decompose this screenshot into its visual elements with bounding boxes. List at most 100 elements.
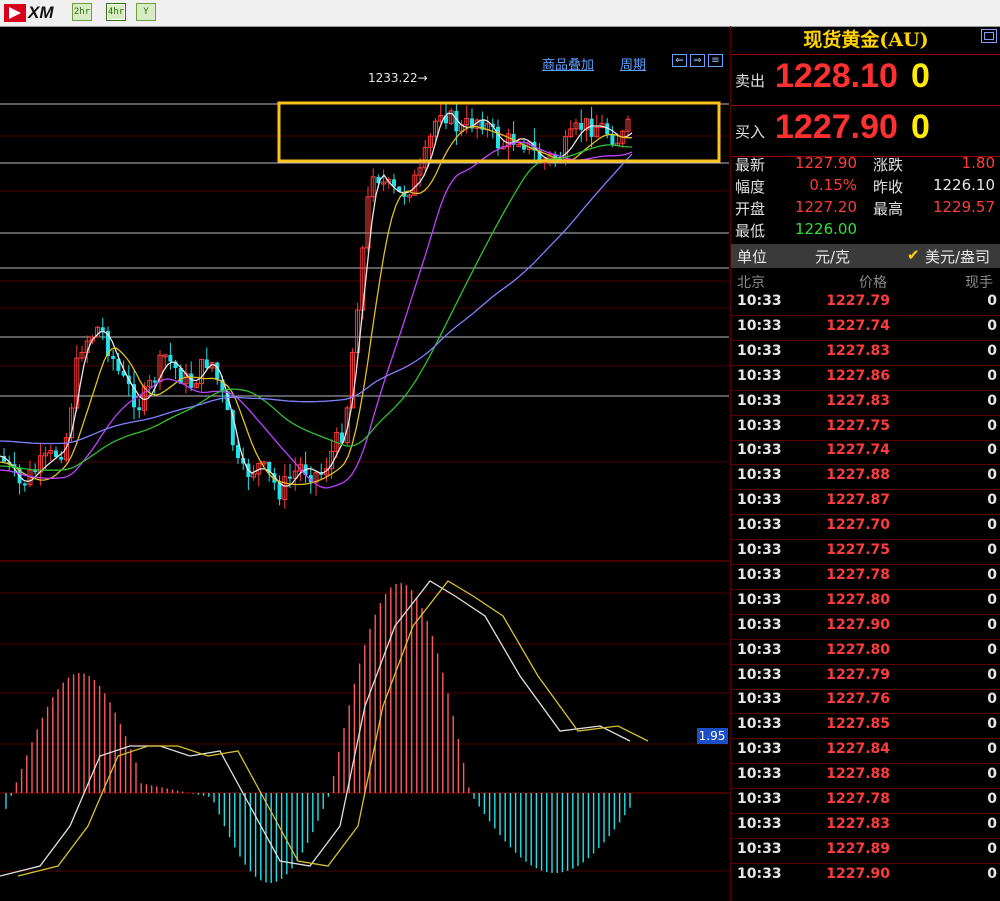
tick-header-volume: 现手: [965, 275, 993, 291]
tick-volume: 0: [987, 317, 997, 334]
tick-price: 1227.88: [826, 766, 890, 783]
scroll-left-icon[interactable]: ⇐: [672, 54, 687, 67]
tick-volume: 0: [987, 840, 997, 857]
tick-price: 1227.83: [826, 342, 890, 359]
tick-time: 10:33: [737, 392, 782, 409]
tick-price: 1227.75: [826, 542, 890, 558]
period-link[interactable]: 周期: [620, 54, 646, 73]
tick-row-divider: [731, 539, 1000, 541]
tick-row: 10:33 1227.75 0: [731, 418, 1000, 442]
tick-volume: 0: [987, 815, 997, 832]
tick-row: 10:33 1227.87 0: [731, 492, 1000, 516]
tick-header-time: 北京: [737, 275, 765, 291]
tick-volume: 0: [987, 542, 997, 558]
tick-row: 10:33 1227.85 0: [731, 716, 1000, 740]
tick-header-row: 北京 价格 现手: [731, 270, 1000, 292]
candle-body-down: [168, 354, 173, 362]
sell-quote-row: 卖出 1228.10 0: [731, 55, 1000, 106]
tick-row: 10:33 1227.74 0: [731, 442, 1000, 466]
tick-row: 10:33 1227.89 0: [731, 841, 1000, 865]
candle-body-down: [54, 450, 58, 457]
stat-open-label: 开盘: [735, 200, 766, 218]
stat-change-label: 涨跌: [873, 156, 904, 174]
tick-row-divider: [731, 713, 1000, 715]
stat-high-label: 最高: [873, 200, 904, 218]
tick-volume: 0: [987, 467, 997, 484]
window-restore-icon[interactable]: [981, 29, 997, 43]
tick-price: 1227.80: [826, 591, 890, 608]
tick-row: 10:33 1227.79 0: [731, 293, 1000, 317]
tick-row-divider: [731, 514, 1000, 516]
tick-row-divider: [731, 489, 1000, 491]
stat-low-value: 1226.00: [794, 220, 857, 238]
stat-open-value: 1227.20: [794, 198, 857, 216]
unit-option-ounce[interactable]: 美元/盎司: [925, 246, 990, 267]
candle-body-down: [579, 122, 584, 130]
overlay-link[interactable]: 商品叠加: [542, 54, 594, 73]
buy-label: 买入: [735, 123, 766, 141]
tick-row: 10:33 1227.74 0: [731, 318, 1000, 342]
tick-price: 1227.75: [826, 417, 890, 434]
xm-logo: XM: [4, 3, 54, 23]
tick-row: 10:33 1227.78 0: [731, 791, 1000, 815]
tick-row: 10:33 1227.83 0: [731, 343, 1000, 367]
tick-row: 10:33 1227.78 0: [731, 567, 1000, 591]
candle-body-down: [137, 407, 142, 411]
candle-body-down: [59, 456, 64, 460]
stat-range-label: 幅度: [735, 178, 766, 196]
tick-row-divider: [731, 414, 1000, 416]
tick-volume: 0: [987, 716, 997, 733]
tick-volume: 0: [987, 691, 997, 708]
tick-price: 1227.74: [826, 442, 890, 459]
tick-row: 10:33 1227.80 0: [731, 642, 1000, 666]
list-icon[interactable]: ≡: [708, 54, 723, 67]
unit-option-gram[interactable]: 元/克: [815, 246, 850, 267]
macd-dea-line: [17, 580, 649, 877]
tick-row: 10:33 1227.80 0: [731, 592, 1000, 616]
tick-volume: 0: [987, 641, 997, 658]
tick-time: 10:33: [737, 616, 782, 633]
tick-volume: 0: [987, 392, 997, 409]
tick-row-divider: [731, 613, 1000, 615]
tick-row: 10:33 1227.90 0: [731, 866, 1000, 890]
macd-value-text: 1.95: [699, 729, 726, 743]
tick-volume: 0: [987, 517, 997, 534]
stat-low-label: 最低: [735, 222, 766, 240]
tick-time: 10:33: [737, 367, 782, 384]
tick-volume: 0: [987, 791, 997, 807]
buy-quote-row: 买入 1227.90 0: [731, 106, 1000, 157]
tick-price: 1227.78: [826, 791, 890, 807]
candle-body-down: [288, 476, 292, 479]
tick-price: 1227.79: [826, 293, 890, 309]
tick-time: 10:33: [737, 467, 782, 484]
tick-row: 10:33 1227.83 0: [731, 816, 1000, 840]
tick-volume: 0: [987, 492, 997, 509]
tick-price: 1227.76: [826, 691, 890, 708]
top-toolbar: XM 2hr 4hr Y: [0, 0, 1000, 27]
tick-row-divider: [731, 339, 1000, 341]
unit-label: 单位: [737, 248, 768, 266]
y-button[interactable]: Y: [136, 3, 156, 21]
tick-volume: 0: [987, 591, 997, 608]
logo-text: XM: [28, 3, 54, 22]
tick-price: 1227.83: [826, 392, 890, 409]
tick-volume: 0: [987, 741, 997, 758]
tick-row: 10:33 1227.86 0: [731, 368, 1000, 392]
tick-row-divider: [731, 464, 1000, 466]
tick-time: 10:33: [737, 865, 782, 882]
tick-time: 10:33: [737, 691, 782, 708]
tick-time: 10:33: [737, 566, 782, 583]
tick-volume: 0: [987, 293, 997, 309]
tick-price: 1227.70: [826, 517, 890, 534]
stat-range-value: 0.15%: [809, 176, 857, 194]
tick-time: 10:33: [737, 666, 782, 683]
timeframe-2hr-button[interactable]: 2hr: [72, 3, 92, 21]
price-chart[interactable]: 1233.22→ 1.95 商品叠加 周期 ⇐ ⇒ ≡: [0, 26, 729, 901]
scroll-right-icon[interactable]: ⇒: [690, 54, 705, 67]
timeframe-4hr-button[interactable]: 4hr: [106, 3, 126, 21]
tick-row-divider: [731, 638, 1000, 640]
tick-volume: 0: [987, 417, 997, 434]
ma-line-yellow: [0, 125, 632, 486]
tick-row: 10:33 1227.83 0: [731, 393, 1000, 417]
tick-time: 10:33: [737, 342, 782, 359]
